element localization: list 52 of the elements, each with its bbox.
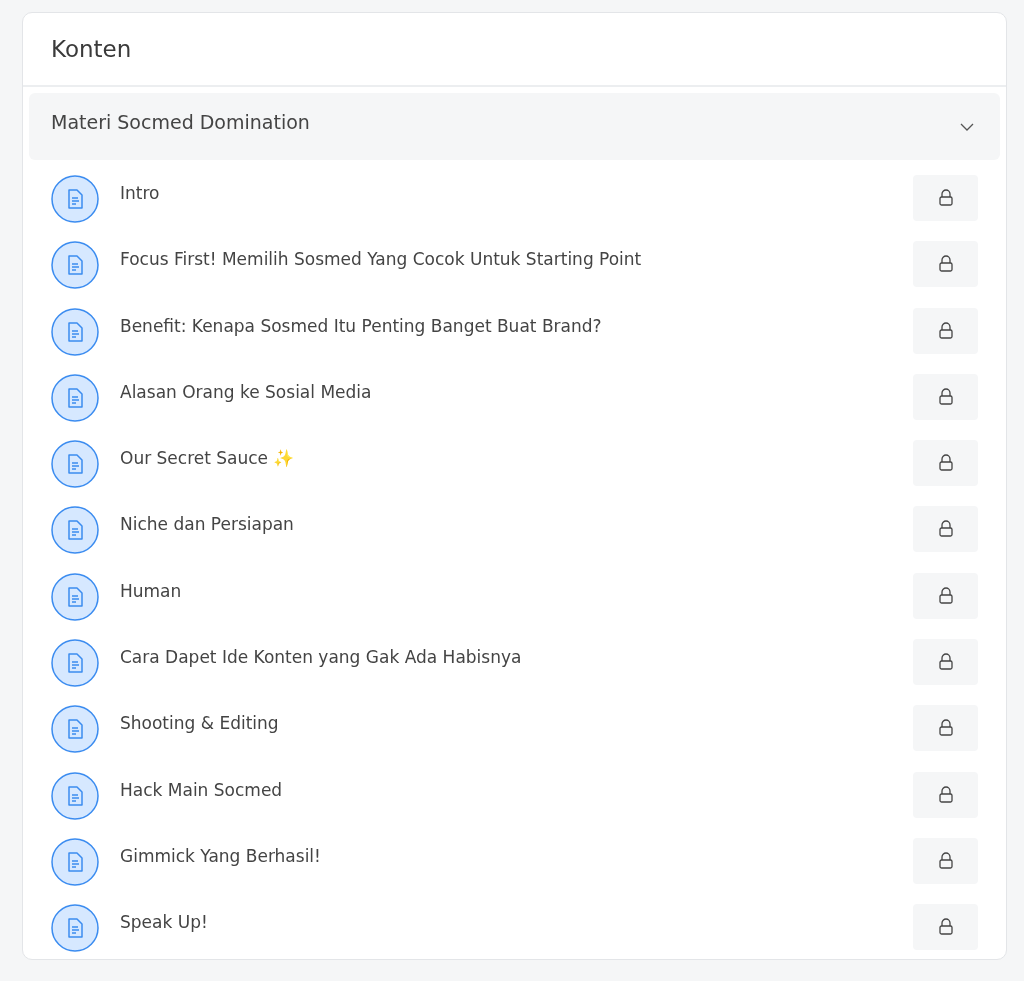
lock-button[interactable] xyxy=(913,307,978,354)
lock-button[interactable] xyxy=(913,440,978,487)
lock-icon xyxy=(937,520,954,539)
lesson-title[interactable]: Intro xyxy=(120,183,913,203)
lock-button[interactable] xyxy=(913,771,978,818)
lock-icon xyxy=(937,586,954,605)
document-icon xyxy=(51,705,99,754)
card-title: Konten xyxy=(51,36,132,62)
lock-icon xyxy=(937,851,954,870)
lock-button[interactable] xyxy=(913,241,978,288)
lesson-title[interactable]: Shooting & Editing xyxy=(120,713,913,734)
document-icon xyxy=(51,837,99,886)
lock-icon xyxy=(937,454,954,473)
lock-button[interactable] xyxy=(913,572,978,619)
lesson-title[interactable]: Our Secret Sauce ✨ xyxy=(120,448,913,469)
lock-button[interactable] xyxy=(913,639,978,686)
section-header[interactable]: Materi Socmed Domination xyxy=(29,93,1000,160)
document-icon xyxy=(51,771,99,820)
lesson-title[interactable]: Focus First! Memilih Sosmed Yang Cocok Untuk Starting Point xyxy=(120,249,913,270)
lock-icon xyxy=(937,189,954,207)
lesson-title[interactable]: Gimmick Yang Berhasil! xyxy=(120,845,913,866)
lesson-title[interactable]: Hack Main Socmed xyxy=(120,779,913,800)
lock-icon xyxy=(937,785,954,804)
lock-icon xyxy=(937,387,954,406)
lesson-title[interactable]: Niche dan Persiapan xyxy=(120,514,913,535)
lock-icon xyxy=(937,653,954,672)
lesson-title[interactable]: Benefit: Kenapa Sosmed Itu Penting Banget Buat Brand? xyxy=(120,315,913,336)
document-icon xyxy=(51,639,99,688)
lock-icon xyxy=(937,719,954,738)
lesson-title[interactable]: Alasan Orang ke Sosial Media xyxy=(120,381,913,402)
lesson-title[interactable]: Human xyxy=(120,580,913,601)
chevron-icon xyxy=(960,122,974,131)
lock-button[interactable] xyxy=(913,506,978,553)
section-title: Materi Socmed Domination xyxy=(51,110,310,133)
document-icon xyxy=(51,572,99,621)
document-icon xyxy=(51,440,99,489)
lock-icon xyxy=(937,918,954,937)
lock-button[interactable] xyxy=(913,837,978,884)
lock-icon xyxy=(937,321,954,340)
lock-button[interactable] xyxy=(913,904,978,951)
lock-icon xyxy=(937,255,954,274)
lock-button[interactable] xyxy=(913,373,978,420)
lesson-title[interactable]: Cara Dapet Ide Konten yang Gak Ada Habisnya xyxy=(120,647,913,668)
lock-button[interactable] xyxy=(913,705,978,752)
document-icon xyxy=(51,175,99,223)
document-icon xyxy=(51,904,99,953)
document-icon xyxy=(51,506,99,555)
document-icon xyxy=(51,307,99,356)
document-icon xyxy=(51,373,99,422)
lesson-title[interactable]: Speak Up! xyxy=(120,912,913,933)
document-icon xyxy=(51,241,99,290)
lock-button[interactable] xyxy=(913,175,978,221)
